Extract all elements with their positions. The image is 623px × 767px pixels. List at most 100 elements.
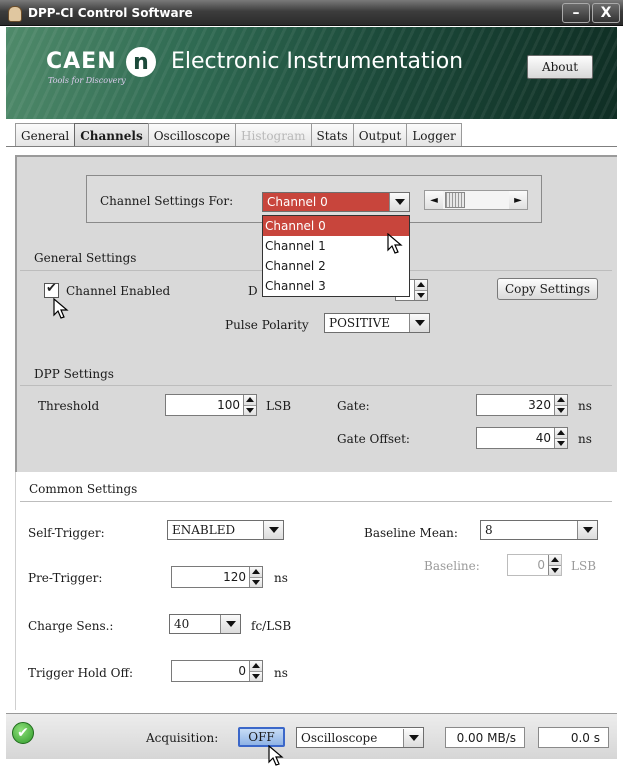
charge-sens-unit: fc/LSB: [251, 619, 292, 633]
gate-offset-label: Gate Offset:: [337, 432, 410, 446]
tab-oscilloscope[interactable]: Oscilloscope: [147, 123, 237, 147]
chevron-down-icon[interactable]: [577, 521, 597, 539]
copy-settings-button[interactable]: Copy Settings: [497, 278, 598, 300]
dpp-settings-divider: [20, 385, 612, 386]
mouse-cursor-icon: [53, 298, 69, 319]
gate-offset-spinner[interactable]: 40: [476, 427, 568, 449]
acquisition-label: Acquisition:: [146, 731, 219, 745]
charge-sens-select[interactable]: 40: [169, 614, 241, 634]
tab-histogram: Histogram: [235, 123, 312, 147]
gate-label: Gate:: [337, 399, 370, 413]
baseline-label: Baseline:: [424, 559, 480, 573]
hidden-field-label: D: [248, 284, 258, 298]
chevron-down-icon[interactable]: [389, 193, 409, 211]
pre-trigger-spinner-buttons[interactable]: [249, 567, 262, 587]
threshold-label: Threshold: [38, 399, 100, 413]
channel-enabled-label: Channel Enabled: [66, 284, 171, 298]
close-button[interactable]: X: [592, 3, 620, 23]
minimize-button[interactable]: –: [562, 3, 590, 23]
baseline-spinner-buttons: [548, 555, 561, 575]
channel-select-value: Channel 0: [267, 195, 328, 209]
baseline-unit: LSB: [571, 559, 597, 573]
acquisition-mode-value: Oscilloscope: [301, 730, 378, 745]
chevron-down-icon[interactable]: [220, 615, 240, 633]
elapsed-time-readout: 0.0 s: [538, 727, 609, 748]
pulse-polarity-select[interactable]: POSITIVE: [324, 313, 430, 333]
banner: CAEN Tools for Discovery n Electronic In…: [6, 27, 617, 119]
tab-stats[interactable]: Stats: [310, 123, 354, 147]
common-settings-divider: [20, 501, 612, 502]
threshold-unit: LSB: [266, 399, 292, 413]
trigger-hold-off-unit: ns: [274, 666, 288, 680]
gate-value[interactable]: 320: [477, 398, 554, 412]
title-bar: DPP-CI Control Software – X: [0, 0, 623, 26]
gate-offset-unit: ns: [578, 432, 592, 446]
common-settings-title: Common Settings: [29, 482, 138, 496]
self-trigger-value: ENABLED: [172, 523, 236, 537]
baseline-mean-value: 8: [485, 523, 493, 537]
pre-trigger-unit: ns: [274, 571, 288, 585]
channel-dropdown-list[interactable]: Channel 0 Channel 1 Channel 2 Channel 3: [262, 215, 410, 297]
brand-tagline: Tools for Discovery: [48, 76, 126, 85]
banner-subtitle: Electronic Instrumentation: [171, 49, 464, 74]
self-trigger-label: Self-Trigger:: [28, 526, 105, 540]
channel-select[interactable]: Channel 0: [262, 192, 410, 212]
baseline-mean-label: Baseline Mean:: [364, 526, 458, 540]
general-settings-title: General Settings: [34, 251, 137, 265]
channel-settings-label: Channel Settings For:: [100, 194, 234, 208]
check-circle-icon: ✔: [12, 722, 34, 744]
channel-option[interactable]: Channel 2: [263, 256, 409, 276]
charge-sens-value: 40: [174, 617, 190, 631]
window-title: DPP-CI Control Software: [28, 5, 193, 20]
dpp-settings-title: DPP Settings: [34, 367, 114, 381]
about-button[interactable]: About: [527, 55, 593, 79]
chevron-down-icon[interactable]: [403, 728, 423, 747]
tab-logger[interactable]: Logger: [406, 123, 462, 147]
brand-n-icon: n: [126, 47, 156, 77]
slider-right-icon[interactable]: ►: [509, 191, 527, 209]
gate-unit: ns: [578, 399, 592, 413]
self-trigger-select[interactable]: ENABLED: [167, 520, 284, 540]
tab-general[interactable]: General: [15, 123, 76, 147]
tab-bar: General Channels Oscilloscope Histogram …: [15, 123, 462, 147]
channel-option[interactable]: Channel 3: [263, 276, 409, 296]
slider-thumb[interactable]: [445, 192, 465, 208]
tab-divider: [6, 146, 617, 147]
trigger-hold-off-spinner[interactable]: 0: [171, 660, 263, 682]
baseline-value: 0: [537, 558, 545, 572]
gate-spinner[interactable]: 320: [476, 394, 568, 416]
trigger-hold-off-label: Trigger Hold Off:: [28, 666, 134, 680]
pulse-polarity-label: Pulse Polarity: [225, 318, 309, 332]
pre-trigger-value[interactable]: 120: [172, 570, 249, 584]
channel-enabled-checkbox[interactable]: [44, 281, 59, 298]
window-controls: – X: [562, 3, 620, 23]
baseline-mean-select[interactable]: 8: [480, 520, 598, 540]
channel-slider[interactable]: ◄ ►: [424, 190, 528, 210]
app-icon: [6, 5, 22, 22]
gate-offset-spinner-buttons[interactable]: [554, 428, 567, 448]
acquisition-toggle-button[interactable]: OFF: [238, 727, 285, 747]
slider-left-icon[interactable]: ◄: [425, 191, 443, 209]
gate-offset-value[interactable]: 40: [477, 431, 554, 445]
pre-trigger-label: Pre-Trigger:: [28, 571, 103, 585]
chevron-down-icon[interactable]: [409, 314, 429, 332]
tab-output[interactable]: Output: [352, 123, 408, 147]
trigger-hold-off-spinner-buttons[interactable]: [249, 661, 262, 681]
pulse-polarity-value: POSITIVE: [329, 316, 391, 330]
mouse-cursor-icon: [387, 233, 403, 254]
spinner-buttons[interactable]: [414, 280, 427, 300]
tab-channels[interactable]: Channels: [74, 123, 149, 147]
chevron-down-icon[interactable]: [263, 521, 283, 539]
pre-trigger-spinner[interactable]: 120: [171, 566, 263, 588]
mouse-cursor-icon: [268, 745, 284, 766]
baseline-spinner: 0: [507, 554, 562, 576]
data-rate-readout: 0.00 MB/s: [445, 727, 525, 748]
threshold-value[interactable]: 100: [166, 398, 243, 412]
threshold-spinner-buttons[interactable]: [243, 395, 256, 415]
threshold-spinner[interactable]: 100: [165, 394, 257, 416]
brand-logo-text: CAEN: [46, 49, 117, 74]
gate-spinner-buttons[interactable]: [554, 395, 567, 415]
acquisition-mode-select[interactable]: Oscilloscope: [296, 727, 424, 748]
trigger-hold-off-value[interactable]: 0: [172, 664, 249, 678]
charge-sens-label: Charge Sens.:: [28, 619, 114, 633]
